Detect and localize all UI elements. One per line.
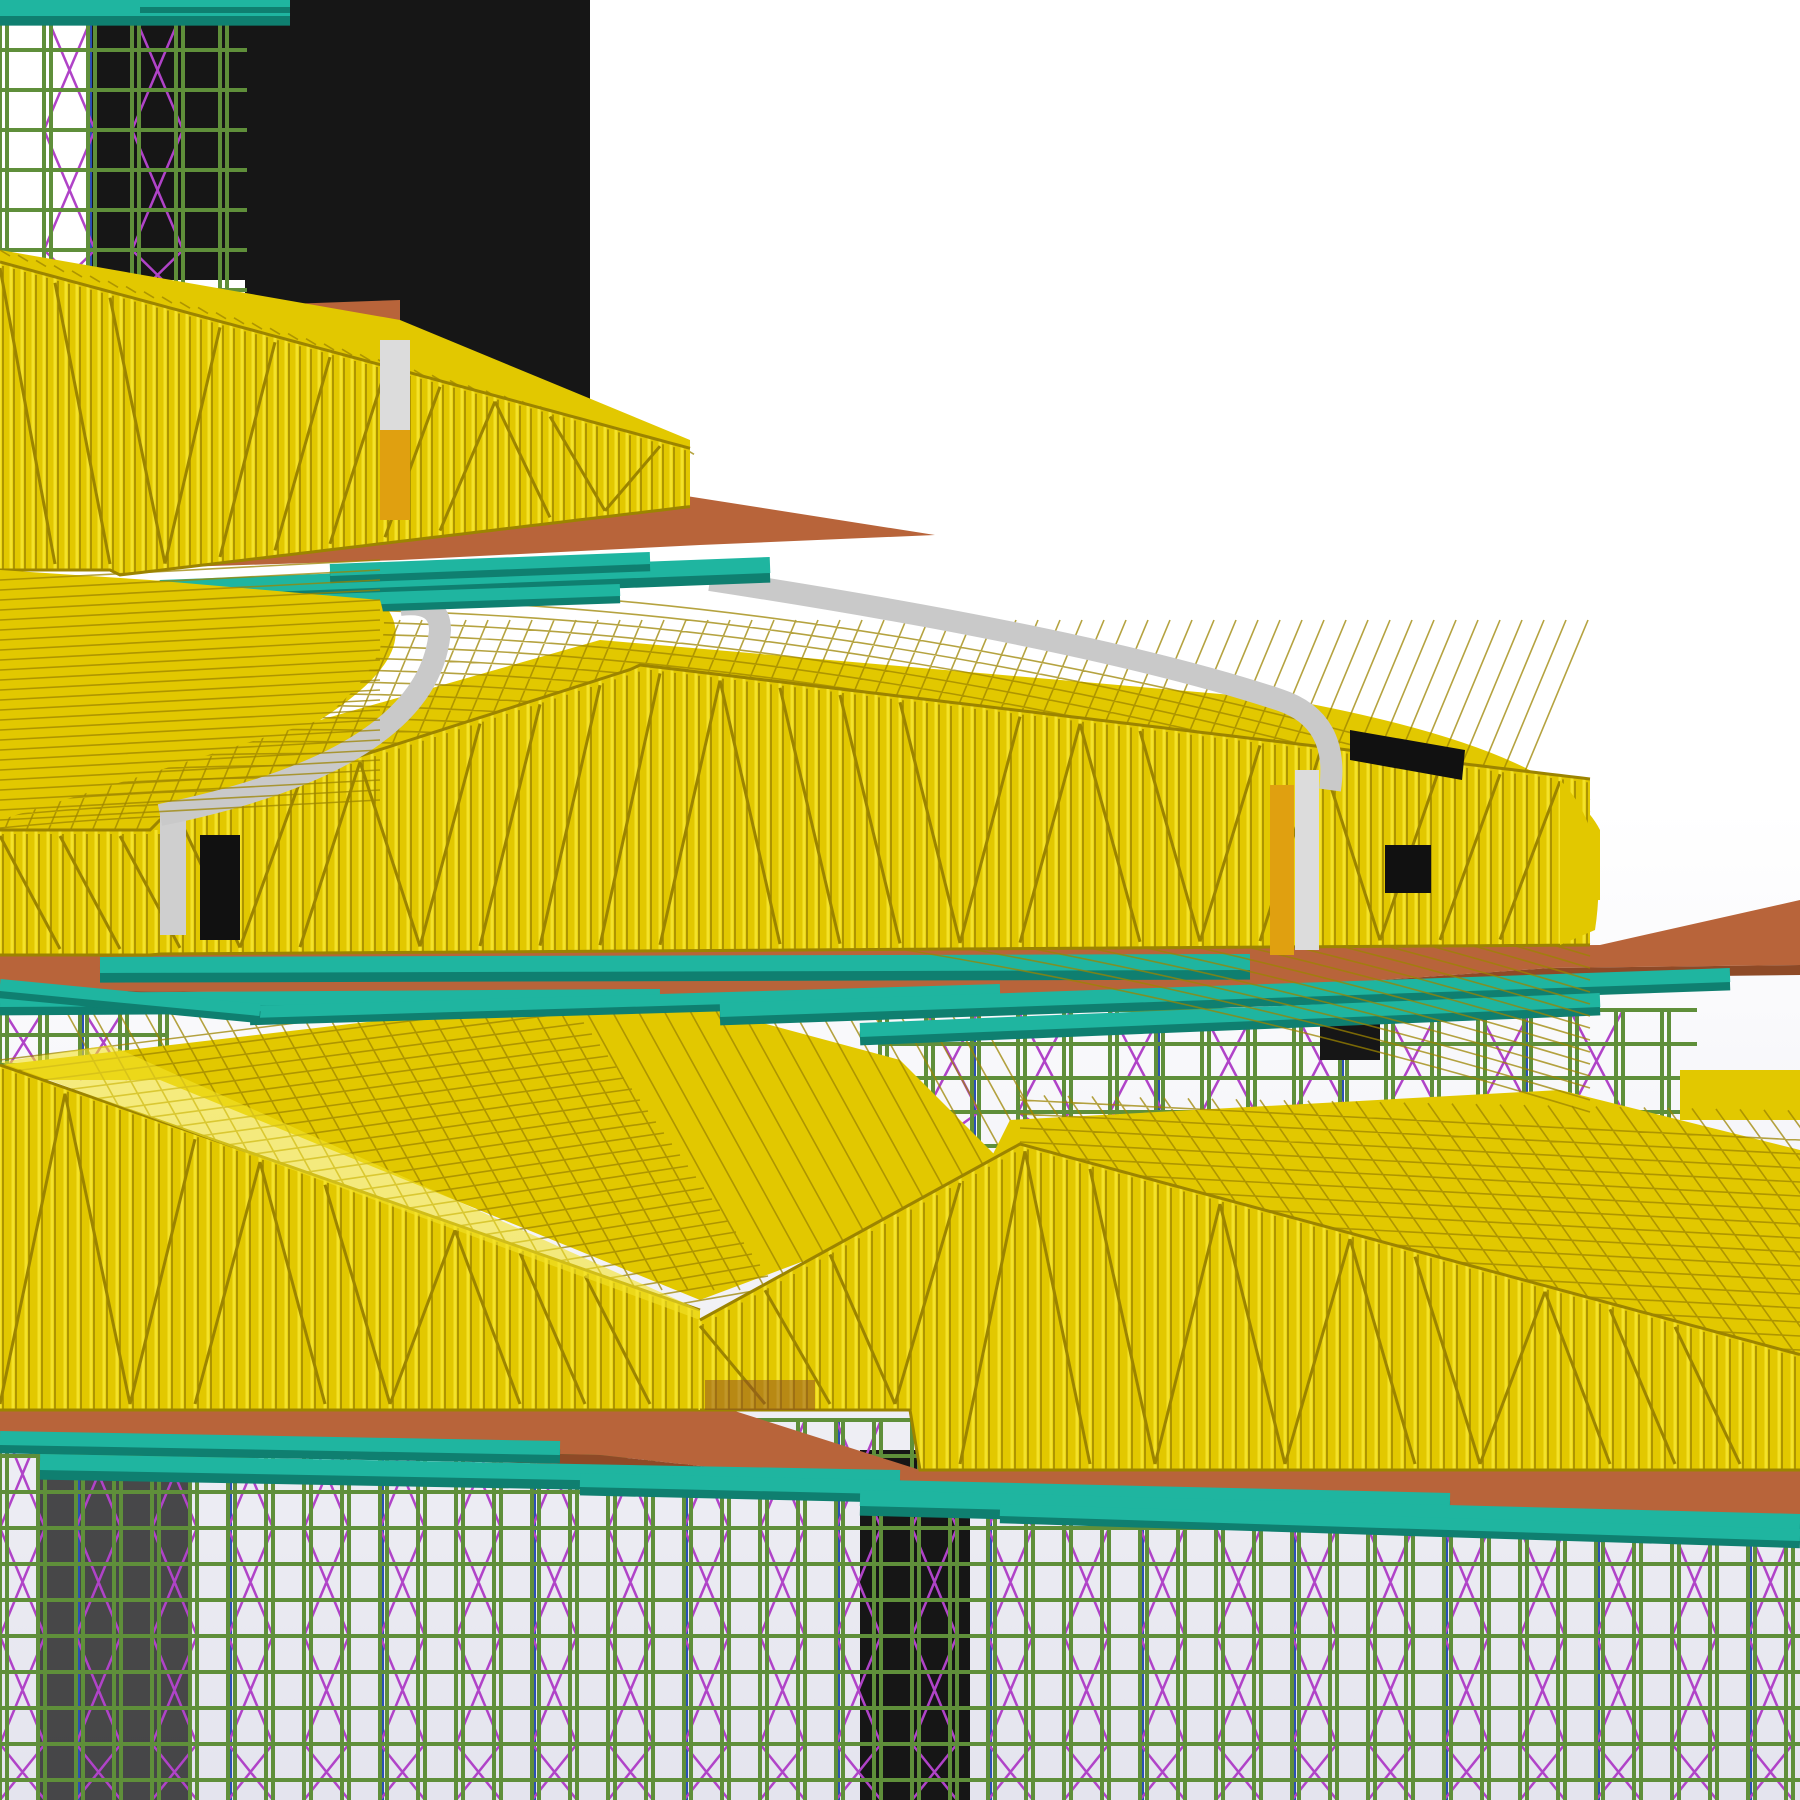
column-grey bbox=[160, 815, 186, 935]
stair-core bbox=[1270, 785, 1294, 955]
structural-3d-model[interactable] bbox=[0, 0, 1800, 1800]
door-opening bbox=[1385, 845, 1431, 893]
steel-beam bbox=[140, 0, 290, 13]
steel-beam bbox=[0, 1431, 561, 1464]
door-opening bbox=[200, 835, 240, 940]
steel-beam bbox=[99, 954, 1251, 983]
beam-flange-top bbox=[99, 954, 1251, 973]
beam-flange-top bbox=[0, 1431, 561, 1455]
model-viewport[interactable] bbox=[0, 0, 1800, 1800]
door-opening bbox=[705, 1380, 815, 1410]
distant-frame bbox=[1680, 1070, 1800, 1120]
column-grey bbox=[380, 340, 410, 430]
column-grey bbox=[1295, 770, 1319, 950]
stair-core bbox=[380, 430, 410, 520]
